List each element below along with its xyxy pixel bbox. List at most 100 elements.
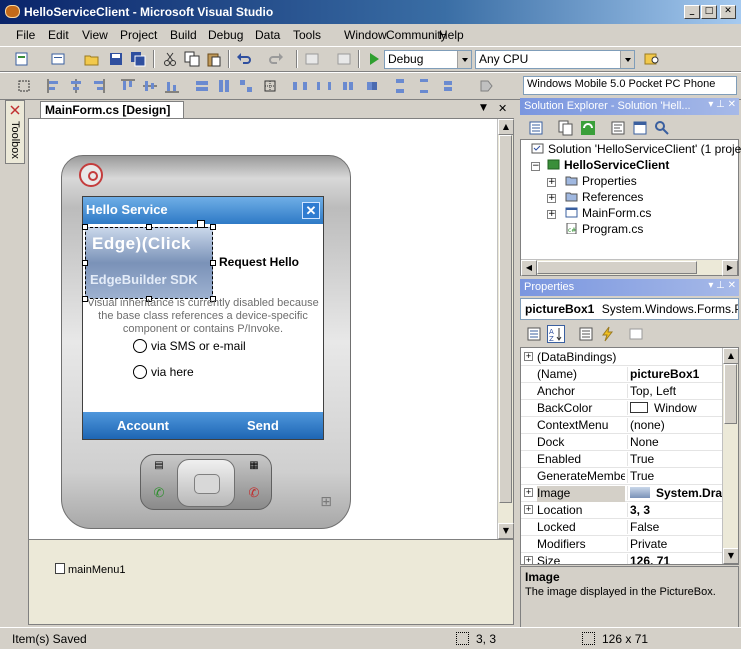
property-row[interactable]: GenerateMember True bbox=[521, 468, 723, 485]
align-rights-icon[interactable] bbox=[90, 78, 106, 94]
resize-handle[interactable] bbox=[82, 224, 88, 230]
minimize-button[interactable]: _ bbox=[684, 5, 700, 19]
solution-explorer-tree[interactable]: Solution 'HelloServiceClient' (1 project… bbox=[520, 139, 741, 276]
request-hello-label[interactable]: Request Hello bbox=[219, 255, 299, 269]
menu-format[interactable]: Tools bbox=[293, 28, 321, 42]
cut-icon[interactable] bbox=[162, 51, 178, 67]
redo-icon[interactable] bbox=[268, 51, 284, 67]
categorized-icon[interactable] bbox=[526, 326, 542, 342]
property-row[interactable]: ContextMenu (none) bbox=[521, 417, 723, 434]
solution-platform-combo[interactable]: Any CPU bbox=[475, 50, 635, 69]
menu-view[interactable]: View bbox=[82, 28, 108, 42]
properties-view-icon[interactable] bbox=[578, 326, 594, 342]
property-row[interactable]: BackColor Window bbox=[521, 400, 723, 417]
scroll-left-icon[interactable]: ◀ bbox=[521, 260, 537, 276]
scroll-up-icon[interactable]: ▲ bbox=[498, 119, 514, 135]
align-bottoms-icon[interactable] bbox=[164, 78, 180, 94]
collapse-icon[interactable]: − bbox=[531, 162, 540, 171]
property-value[interactable]: None bbox=[627, 435, 723, 449]
picture-box[interactable]: Edge)(Click EdgeBuilder SDK bbox=[85, 227, 213, 299]
copy-icon[interactable] bbox=[184, 51, 200, 67]
scroll-up-icon[interactable]: ▲ bbox=[723, 348, 738, 364]
tree-node-references[interactable]: References bbox=[565, 190, 643, 204]
menu-build[interactable]: Build bbox=[170, 28, 197, 42]
scroll-down-icon[interactable]: ▼ bbox=[723, 548, 738, 564]
alphabetical-icon[interactable]: AZ bbox=[547, 325, 565, 343]
make-same-height-icon[interactable] bbox=[216, 78, 232, 94]
start-debugging-icon[interactable] bbox=[366, 51, 382, 67]
resize-handle[interactable] bbox=[210, 260, 216, 266]
mainmenu1-component[interactable]: mainMenu1 bbox=[55, 563, 125, 576]
new-project-icon[interactable] bbox=[14, 51, 30, 67]
tree-node-project[interactable]: HelloServiceClient bbox=[547, 158, 669, 172]
view-class-diagram-icon[interactable] bbox=[654, 120, 670, 136]
horizontal-spacing-icon[interactable] bbox=[292, 78, 308, 94]
make-same-size-icon[interactable] bbox=[238, 78, 254, 94]
property-row[interactable]: (Name) pictureBox1 bbox=[521, 366, 723, 383]
property-grid-scrollbar[interactable]: ▲ ▼ bbox=[722, 348, 738, 564]
vertical-spacing-icon[interactable] bbox=[392, 78, 408, 94]
property-value[interactable]: Top, Left bbox=[627, 384, 723, 398]
property-row[interactable]: + (DataBindings) bbox=[521, 349, 723, 366]
softkey-account[interactable]: Account bbox=[117, 418, 169, 433]
events-icon[interactable] bbox=[600, 326, 616, 342]
scroll-down-icon[interactable]: ▼ bbox=[498, 523, 514, 539]
property-row-selected[interactable]: + Image System.Dra bbox=[521, 485, 723, 502]
view-designer-icon[interactable] bbox=[632, 120, 648, 136]
show-all-files-icon[interactable] bbox=[558, 120, 574, 136]
resize-handle[interactable] bbox=[82, 260, 88, 266]
open-icon[interactable] bbox=[84, 51, 100, 67]
resize-handle[interactable] bbox=[210, 224, 216, 230]
menu-project[interactable]: Project bbox=[120, 28, 157, 42]
property-value[interactable]: True bbox=[627, 452, 723, 466]
decrease-horizontal-spacing-icon[interactable] bbox=[340, 78, 356, 94]
property-row[interactable]: Dock None bbox=[521, 434, 723, 451]
size-to-grid-icon[interactable] bbox=[262, 78, 278, 94]
softkey-send[interactable]: Send bbox=[247, 418, 279, 433]
active-files-dropdown[interactable]: ▼ bbox=[480, 103, 487, 113]
expand-icon[interactable]: + bbox=[547, 178, 556, 187]
toolbox-tab[interactable]: Toolbox bbox=[5, 100, 25, 164]
target-device-combo[interactable]: Windows Mobile 5.0 Pocket PC Phone bbox=[523, 76, 737, 95]
scroll-thumb[interactable] bbox=[537, 261, 697, 274]
menu-file[interactable]: File bbox=[16, 28, 35, 42]
refresh-icon[interactable] bbox=[580, 120, 596, 136]
expand-icon[interactable]: + bbox=[547, 194, 556, 203]
align-to-grid-icon[interactable] bbox=[16, 78, 32, 94]
menu-community[interactable]: Help bbox=[439, 28, 464, 42]
close-document-button[interactable]: ✕ bbox=[498, 102, 507, 115]
menu-window[interactable]: Community bbox=[386, 28, 447, 42]
property-grid[interactable]: + (DataBindings) (Name) pictureBox1 Anchor… bbox=[520, 347, 739, 565]
expand-icon[interactable]: + bbox=[547, 210, 556, 219]
property-row[interactable]: + Location 3, 3 bbox=[521, 502, 723, 519]
align-middles-icon[interactable] bbox=[142, 78, 158, 94]
property-value[interactable]: pictureBox1 bbox=[627, 367, 723, 381]
property-row[interactable]: Locked False bbox=[521, 519, 723, 536]
align-lefts-icon[interactable] bbox=[46, 78, 62, 94]
pane-buttons[interactable]: ▾ ⊥ ✕ bbox=[708, 99, 736, 110]
tree-node-mainform[interactable]: MainForm.cs bbox=[565, 206, 651, 220]
property-row[interactable]: Enabled True bbox=[521, 451, 723, 468]
paste-icon[interactable] bbox=[206, 51, 222, 67]
tab-mainform-design[interactable]: MainForm.cs [Design] bbox=[40, 101, 184, 118]
property-value[interactable]: 3, 3 bbox=[627, 503, 723, 517]
find-in-files-icon[interactable] bbox=[644, 51, 660, 67]
make-same-width-icon[interactable] bbox=[194, 78, 210, 94]
property-row[interactable]: + Size 126, 71 bbox=[521, 553, 723, 564]
scroll-thumb[interactable] bbox=[724, 364, 737, 424]
pane-buttons[interactable]: ▾ ⊥ ✕ bbox=[708, 280, 736, 291]
menu-tools[interactable]: Window bbox=[344, 28, 387, 42]
solution-explorer-horizontal-scrollbar[interactable]: ◀ ▶ bbox=[521, 259, 738, 276]
chevron-down-icon[interactable] bbox=[457, 51, 471, 68]
align-centers-icon[interactable] bbox=[68, 78, 84, 94]
menu-debug[interactable]: Debug bbox=[208, 28, 243, 42]
increase-vertical-spacing-icon[interactable] bbox=[416, 78, 432, 94]
scroll-right-icon[interactable]: ▶ bbox=[722, 260, 738, 276]
scroll-thumb[interactable] bbox=[499, 135, 512, 503]
radio-sms-email[interactable]: via SMS or e-mail bbox=[133, 339, 246, 353]
add-item-icon[interactable] bbox=[50, 51, 66, 67]
property-value[interactable]: True bbox=[627, 469, 723, 483]
navigate-backward-icon[interactable] bbox=[304, 51, 320, 67]
property-value[interactable]: Private bbox=[627, 537, 723, 551]
close-button[interactable]: ✕ bbox=[720, 5, 736, 19]
